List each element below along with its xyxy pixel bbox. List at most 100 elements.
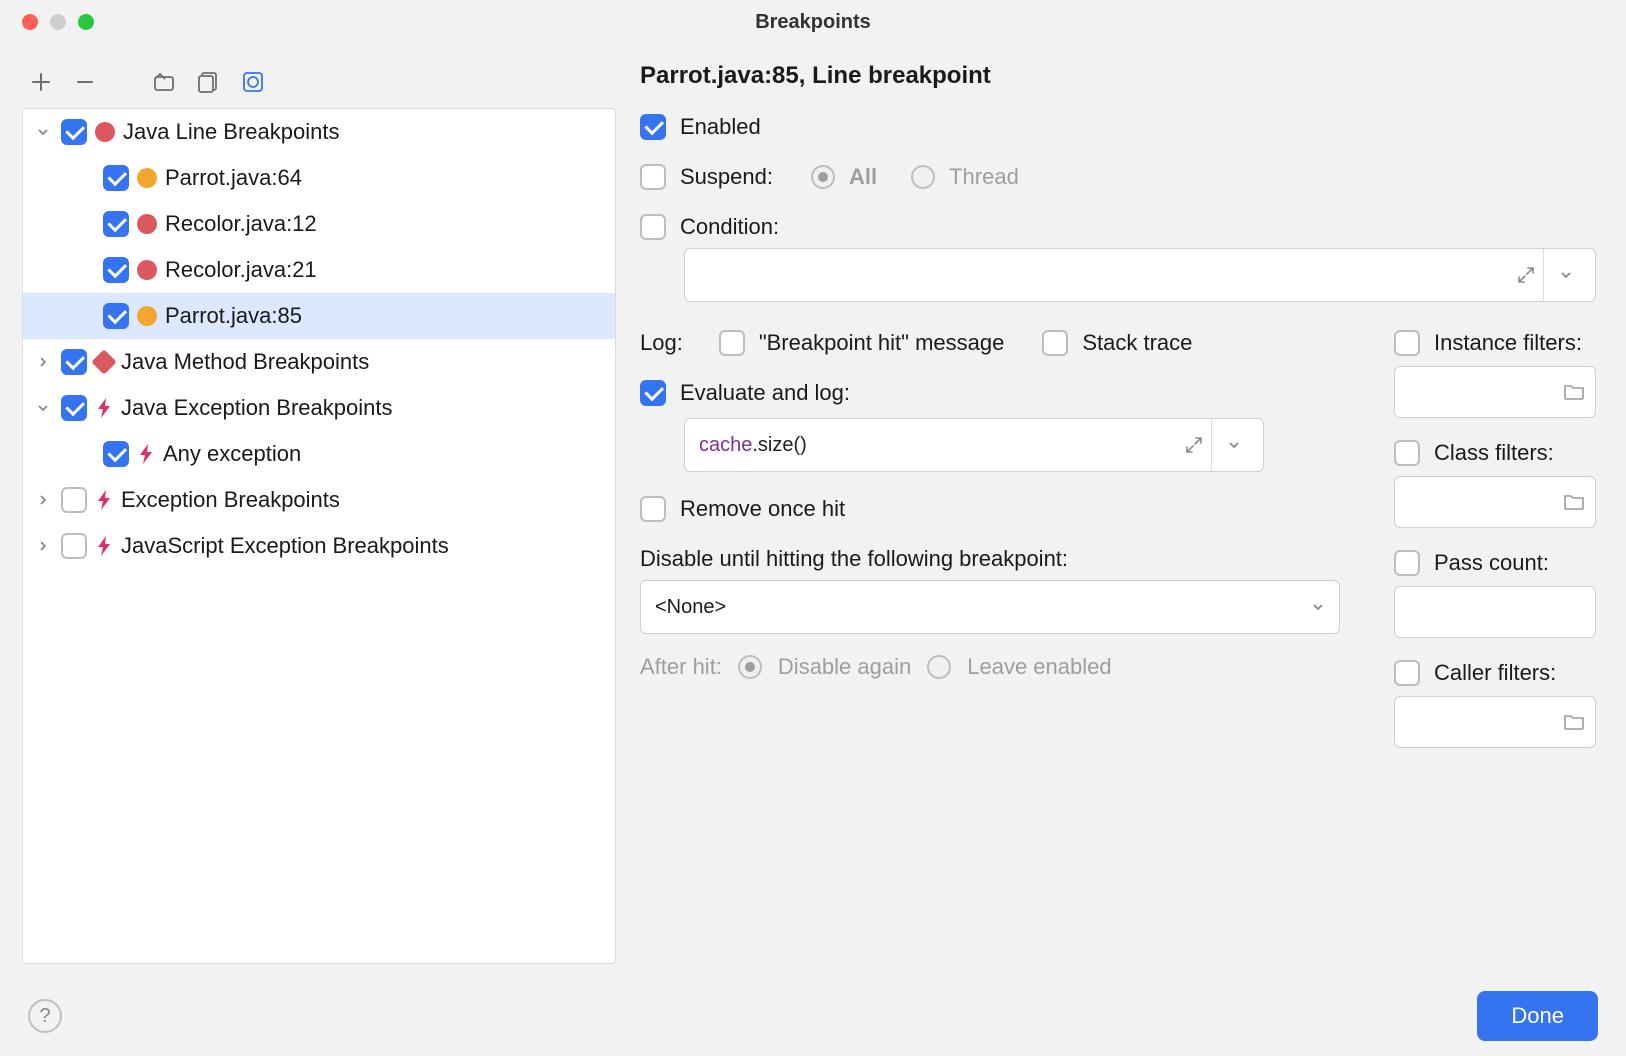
group-by-package-button[interactable] — [152, 69, 178, 95]
group-label: JavaScript Exception Breakpoints — [121, 533, 449, 559]
remove-once-hit-checkbox[interactable] — [640, 496, 666, 522]
done-button[interactable]: Done — [1477, 991, 1598, 1041]
expand-icon[interactable] — [1185, 436, 1203, 454]
suspend-label: Suspend: — [680, 164, 773, 190]
chevron-right-icon[interactable] — [33, 494, 53, 506]
pass-count-label: Pass count: — [1434, 550, 1549, 576]
group-label: Java Exception Breakpoints — [121, 395, 393, 421]
tree-group-java-method[interactable]: Java Method Breakpoints — [23, 339, 615, 385]
tree-item[interactable]: Recolor.java:21 — [23, 247, 615, 293]
remove-once-hit-label: Remove once hit — [680, 496, 845, 522]
expand-icon[interactable] — [1517, 266, 1535, 284]
zoom-window-button[interactable] — [78, 14, 94, 30]
after-hit-disable-radio[interactable] — [738, 655, 762, 679]
help-button[interactable]: ? — [28, 999, 62, 1033]
chevron-right-icon[interactable] — [33, 540, 53, 552]
suspend-checkbox[interactable] — [640, 164, 666, 190]
tree-group-java-exception[interactable]: Java Exception Breakpoints — [23, 385, 615, 431]
item-checkbox[interactable] — [103, 257, 129, 283]
group-checkbox[interactable] — [61, 487, 87, 513]
breakpoints-tree[interactable]: Java Line Breakpoints Parrot.java:64 Rec… — [22, 108, 616, 964]
enabled-checkbox[interactable] — [640, 114, 666, 140]
condition-input[interactable] — [684, 248, 1596, 302]
evaluate-checkbox[interactable] — [640, 380, 666, 406]
pass-count-input[interactable] — [1394, 586, 1596, 638]
browse-icon[interactable] — [1563, 383, 1585, 401]
instance-filters-checkbox[interactable] — [1394, 330, 1420, 356]
group-by-file-button[interactable] — [196, 69, 222, 95]
suspend-all-radio[interactable] — [811, 165, 835, 189]
item-label: Parrot.java:85 — [165, 303, 302, 329]
close-window-button[interactable] — [22, 14, 38, 30]
details-heading: Parrot.java:85, Line breakpoint — [640, 62, 1596, 90]
evaluate-history-dropdown[interactable] — [1211, 419, 1255, 471]
group-checkbox[interactable] — [61, 395, 87, 421]
evaluate-input[interactable]: cache.size() — [684, 418, 1264, 472]
class-filters-checkbox[interactable] — [1394, 440, 1420, 466]
tree-group-exception[interactable]: Exception Breakpoints — [23, 477, 615, 523]
item-checkbox[interactable] — [103, 441, 129, 467]
condition-field-container — [684, 248, 1596, 302]
suspend-thread-radio[interactable] — [911, 165, 935, 189]
breakpoint-line-icon — [137, 306, 157, 326]
caller-filters-input[interactable] — [1394, 696, 1596, 748]
left-toolbar — [22, 56, 616, 108]
tree-item[interactable]: Any exception — [23, 431, 615, 477]
suspend-all-label: All — [849, 164, 877, 190]
chevron-down-icon[interactable] — [33, 402, 53, 414]
view-options-button[interactable] — [240, 69, 266, 95]
condition-row: Condition: — [640, 214, 1596, 240]
pass-count-row: Pass count: — [1394, 550, 1596, 576]
after-hit-leave-radio[interactable] — [927, 655, 951, 679]
group-checkbox[interactable] — [61, 349, 87, 375]
condition-checkbox[interactable] — [640, 214, 666, 240]
add-breakpoint-button[interactable] — [28, 69, 54, 95]
group-checkbox[interactable] — [61, 119, 87, 145]
browse-icon[interactable] — [1563, 493, 1585, 511]
suspend-row: Suspend: All Thread — [640, 164, 1596, 190]
chevron-down-icon[interactable] — [33, 126, 53, 138]
breakpoint-line-icon — [95, 122, 115, 142]
item-checkbox[interactable] — [103, 303, 129, 329]
stacktrace-label: Stack trace — [1082, 330, 1192, 356]
bphit-checkbox[interactable] — [719, 330, 745, 356]
after-hit-label: After hit: — [640, 654, 722, 680]
breakpoint-exception-icon — [137, 443, 155, 465]
class-filters-input[interactable] — [1394, 476, 1596, 528]
remove-once-hit-row: Remove once hit — [640, 496, 1340, 522]
suspend-thread-label: Thread — [949, 164, 1019, 190]
disable-until-label: Disable until hitting the following brea… — [640, 546, 1340, 572]
pass-count-checkbox[interactable] — [1394, 550, 1420, 576]
breakpoint-line-icon — [137, 168, 157, 188]
chevron-right-icon[interactable] — [33, 356, 53, 368]
condition-history-dropdown[interactable] — [1543, 249, 1587, 301]
tree-group-js-exception[interactable]: JavaScript Exception Breakpoints — [23, 523, 615, 569]
item-label: Any exception — [163, 441, 301, 467]
remove-breakpoint-button[interactable] — [72, 69, 98, 95]
disable-until-select[interactable]: <None> — [640, 580, 1340, 634]
tree-item[interactable]: Parrot.java:64 — [23, 155, 615, 201]
instance-filters-input[interactable] — [1394, 366, 1596, 418]
group-checkbox[interactable] — [61, 533, 87, 559]
stacktrace-checkbox[interactable] — [1042, 330, 1068, 356]
options-right-column: Instance filters: Class filters: — [1394, 330, 1596, 748]
tree-item[interactable]: Recolor.java:12 — [23, 201, 615, 247]
evaluate-row: Evaluate and log: — [640, 380, 1340, 406]
tree-group-java-line[interactable]: Java Line Breakpoints — [23, 109, 615, 155]
breakpoint-method-icon — [91, 349, 116, 374]
evaluate-field-container: cache.size() — [684, 418, 1340, 472]
group-label: Java Method Breakpoints — [121, 349, 369, 375]
instance-filters-row: Instance filters: — [1394, 330, 1596, 356]
details-panel: Parrot.java:85, Line breakpoint Enabled … — [616, 44, 1626, 976]
tree-item-selected[interactable]: Parrot.java:85 — [23, 293, 615, 339]
caller-filters-checkbox[interactable] — [1394, 660, 1420, 686]
breakpoint-line-icon — [137, 260, 157, 280]
breakpoint-exception-icon — [95, 489, 113, 511]
class-filters-row: Class filters: — [1394, 440, 1596, 466]
minimize-window-button[interactable] — [50, 14, 66, 30]
instance-filters-label: Instance filters: — [1434, 330, 1582, 356]
item-checkbox[interactable] — [103, 211, 129, 237]
item-checkbox[interactable] — [103, 165, 129, 191]
browse-icon[interactable] — [1563, 713, 1585, 731]
log-row: Log: "Breakpoint hit" message Stack trac… — [640, 330, 1340, 356]
